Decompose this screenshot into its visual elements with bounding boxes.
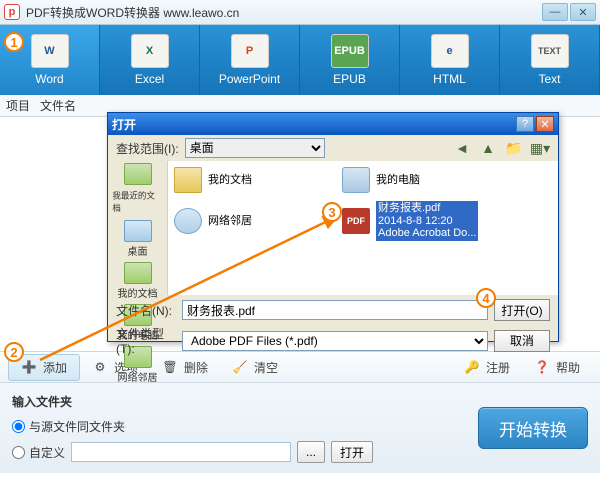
radio-same-folder[interactable]: 与源文件同文件夹 <box>12 418 373 435</box>
start-convert-button[interactable]: 开始转换 <box>478 407 588 449</box>
broom-icon: 🧹 <box>232 359 248 375</box>
file-mycomp[interactable]: 我的电脑 <box>342 167 492 193</box>
filetype-select[interactable]: Adobe PDF Files (*.pdf) <box>182 331 488 351</box>
col-filename: 文件名 <box>40 97 76 114</box>
powerpoint-icon: P <box>231 34 269 68</box>
tab-excel[interactable]: X Excel <box>100 25 200 95</box>
file-list[interactable]: 我的文档 我的电脑 网络邻居 PDF 财务报表.pdf 2014-8-8 12:… <box>168 161 558 295</box>
html-icon: e <box>431 34 469 68</box>
output-title: 输入文件夹 <box>12 393 373 410</box>
app-logo-icon: p <box>4 4 20 20</box>
filename-input[interactable] <box>182 300 488 320</box>
file-open-dialog: 打开 ? ✕ 查找范围(I): 桌面 ◄ ▲ 📁 ▦▾ 我最近的文档 桌面 我的… <box>107 112 559 342</box>
back-icon[interactable]: ◄ <box>452 138 472 158</box>
tab-powerpoint[interactable]: P PowerPoint <box>200 25 300 95</box>
dialog-title: 打开 <box>112 116 514 133</box>
tab-label: Text <box>538 72 560 86</box>
dialog-cancel-button[interactable]: 取消 <box>494 330 550 352</box>
pdf-icon: PDF <box>342 208 370 234</box>
file-mydocs[interactable]: 我的文档 <box>174 167 324 193</box>
help-icon: ❓ <box>534 359 550 375</box>
place-mydocs[interactable]: 我的文档 <box>118 262 158 300</box>
computer-icon <box>342 167 370 193</box>
file-network[interactable]: 网络邻居 <box>174 201 324 241</box>
output-panel: 输入文件夹 与源文件同文件夹 自定义 ... 打开 开始转换 <box>0 383 600 473</box>
text-icon: TEXT <box>531 34 569 68</box>
tab-epub[interactable]: EPUB EPUB <box>300 25 400 95</box>
annotation-3: 3 <box>322 202 342 222</box>
new-folder-icon[interactable]: 📁 <box>504 138 524 158</box>
place-desktop[interactable]: 桌面 <box>124 220 152 258</box>
key-icon: 🔑 <box>464 359 480 375</box>
excel-icon: X <box>131 34 169 68</box>
annotation-4: 4 <box>476 288 496 308</box>
filetype-label: 文件类型(T): <box>116 325 176 356</box>
network-icon <box>174 208 202 234</box>
dialog-open-button[interactable]: 打开(O) <box>494 299 550 321</box>
col-index: 项目 <box>6 97 30 114</box>
gear-icon: ⚙ <box>92 359 108 375</box>
dialog-toolbar: 查找范围(I): 桌面 ◄ ▲ 📁 ▦▾ <box>108 135 558 161</box>
filename-label: 文件名(N): <box>116 302 176 319</box>
tab-label: Excel <box>135 72 164 86</box>
open-folder-button[interactable]: 打开 <box>331 441 373 463</box>
radio-custom[interactable]: 自定义 <box>12 444 65 461</box>
tab-html[interactable]: e HTML <box>400 25 500 95</box>
tab-label: PowerPoint <box>219 72 280 86</box>
trash-icon: 🗑 <box>162 359 178 375</box>
look-in-label: 查找范围(I): <box>116 140 179 157</box>
title-bar: p PDF转换成WORD转换器 www.leawo.cn — ✕ <box>0 0 600 25</box>
look-in-select[interactable]: 桌面 <box>185 138 325 158</box>
folder-icon <box>174 167 202 193</box>
minimize-button[interactable]: — <box>542 3 568 21</box>
close-button[interactable]: ✕ <box>570 3 596 21</box>
tab-label: Word <box>35 72 63 86</box>
word-icon: W <box>31 34 69 68</box>
radio-custom-input[interactable] <box>12 446 25 459</box>
dialog-help-button[interactable]: ? <box>516 116 534 132</box>
places-sidebar: 我最近的文档 桌面 我的文档 我的电脑 网络邻居 <box>108 161 168 295</box>
views-icon[interactable]: ▦▾ <box>530 138 550 158</box>
annotation-2: 2 <box>4 342 24 362</box>
place-recent[interactable]: 我最近的文档 <box>108 163 167 216</box>
up-icon[interactable]: ▲ <box>478 138 498 158</box>
add-icon: ➕ <box>21 359 37 375</box>
annotation-1: 1 <box>4 32 24 52</box>
window-title: PDF转换成WORD转换器 www.leawo.cn <box>26 4 542 21</box>
dialog-close-button[interactable]: ✕ <box>536 116 554 132</box>
tab-label: HTML <box>433 72 466 86</box>
browse-button[interactable]: ... <box>297 441 325 463</box>
dialog-title-bar: 打开 ? ✕ <box>108 113 558 135</box>
tab-text[interactable]: TEXT Text <box>500 25 600 95</box>
epub-icon: EPUB <box>331 34 369 68</box>
format-tabs: W Word X Excel P PowerPoint EPUB EPUB e … <box>0 25 600 95</box>
file-selected-pdf[interactable]: PDF 财务报表.pdf 2014-8-8 12:20 Adobe Acroba… <box>342 201 492 241</box>
output-path-input[interactable] <box>71 442 291 462</box>
radio-same-folder-input[interactable] <box>12 420 25 433</box>
tab-label: EPUB <box>333 72 366 86</box>
